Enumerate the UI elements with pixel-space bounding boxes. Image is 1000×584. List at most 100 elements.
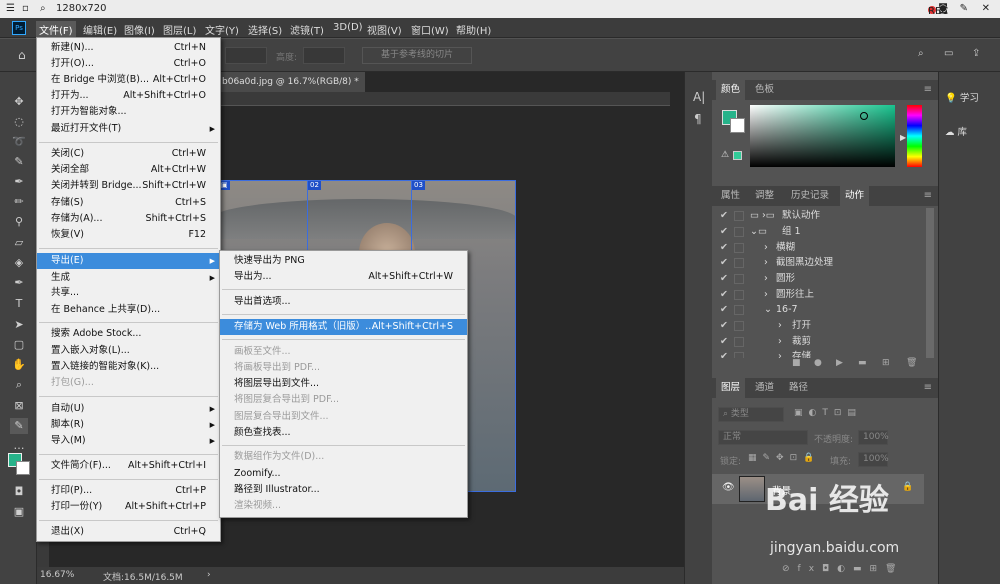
more-tools-icon[interactable]: … — [10, 438, 28, 454]
actions-scrollbar[interactable] — [926, 208, 934, 358]
check-icon[interactable]: ✔ — [720, 349, 728, 358]
menu-view[interactable]: 视图(V) — [364, 21, 405, 38]
dialog-toggle[interactable] — [734, 352, 744, 358]
menu-item[interactable]: 画板至文件... — [220, 344, 467, 360]
menu-item-export[interactable]: 导出(E) ▶ — [37, 253, 220, 269]
dialog-toggle[interactable] — [734, 305, 744, 315]
dialog-toggle[interactable] — [734, 227, 744, 237]
zoom-tool-icon[interactable]: ⌕ — [10, 377, 28, 393]
dialog-toggle[interactable] — [734, 337, 744, 347]
action-row[interactable]: ✔ ▭ ›▭ 默认动作 — [712, 208, 924, 224]
lock-icons[interactable]: ▦✎✥⊡🔒 — [748, 453, 820, 463]
slice-tool-icon[interactable]: ⊠ — [10, 398, 28, 414]
library-button[interactable]: ☁ 库 — [945, 124, 967, 138]
hue-slider[interactable] — [907, 105, 922, 167]
action-row[interactable]: ✔ › 裁剪 — [712, 334, 924, 350]
eraser-tool-icon[interactable]: ▱ — [10, 235, 28, 251]
menu-item[interactable]: 存储(S) Ctrl+S — [37, 195, 220, 211]
action-row[interactable]: ✔ ⌄▭ 组 1 — [712, 224, 924, 240]
menu-item[interactable]: 共享... — [37, 285, 220, 301]
web-safe-swatch[interactable] — [733, 151, 742, 160]
menu-image[interactable]: 图像(I) — [121, 21, 158, 38]
quick-select-icon[interactable]: ✎ — [10, 154, 28, 170]
tab-history[interactable]: 历史记录 — [786, 186, 834, 206]
menu-item[interactable]: 导入(M) ▶ — [37, 433, 220, 449]
os-close-icon[interactable]: ✕ — [982, 3, 990, 14]
background-color-swatch[interactable] — [16, 461, 30, 475]
tab-properties[interactable]: 属性 — [716, 186, 745, 206]
menu-item-save-for-web[interactable]: 存储为 Web 所用格式（旧版）... Alt+Shift+Ctrl+S — [220, 319, 467, 335]
home-icon[interactable]: ⌂ — [18, 48, 26, 62]
hand-tool-icon[interactable]: ✋ — [10, 357, 28, 373]
search-icon[interactable]: ⌕ — [40, 3, 46, 14]
tab-paths[interactable]: 路径 — [784, 378, 813, 398]
action-row[interactable]: ✔ › 截图黑边处理 — [712, 255, 924, 271]
dialog-toggle[interactable] — [734, 290, 744, 300]
menu-type[interactable]: 文字(Y) — [202, 21, 242, 38]
menu-item[interactable]: 搜索 Adobe Stock... — [37, 326, 220, 342]
hue-slider-handle-icon[interactable]: ▶ — [900, 133, 906, 142]
action-row[interactable]: ✔ › 存储 — [712, 349, 924, 358]
new-action-icon[interactable]: ⊞ — [882, 358, 890, 368]
layer-filter-icons[interactable]: ▣◐T⊡▤ — [794, 408, 862, 418]
menu-item[interactable]: 新建(N)... Ctrl+N — [37, 40, 220, 56]
tab-channels[interactable]: 通道 — [750, 378, 779, 398]
stamp-tool-icon[interactable]: ⚲ — [10, 214, 28, 230]
move-tool-icon[interactable]: ✥ — [10, 94, 28, 110]
layer-kind-filter[interactable]: ⌕ 类型 — [718, 407, 784, 422]
check-icon[interactable]: ✔ — [720, 255, 728, 270]
dialog-toggle[interactable] — [734, 258, 744, 268]
play-icon[interactable]: ▶ — [836, 358, 843, 368]
paragraph-panel-icon[interactable]: ¶ — [694, 112, 702, 126]
menu-item[interactable]: 关闭并转到 Bridge... Shift+Ctrl+W — [37, 178, 220, 194]
menu-select[interactable]: 选择(S) — [245, 21, 285, 38]
panel-menu-icon[interactable]: ≡ — [924, 382, 932, 393]
new-set-icon[interactable]: ▬ — [858, 358, 867, 368]
color-picker-field[interactable] — [750, 105, 895, 167]
record-icon[interactable]: ● — [814, 358, 822, 368]
menu-item[interactable]: 置入链接的智能对象(K)... — [37, 359, 220, 375]
check-icon[interactable]: ✔ — [720, 224, 728, 239]
tab-actions[interactable]: 动作 — [840, 186, 870, 206]
check-icon[interactable]: ✔ — [720, 302, 728, 317]
menu-item[interactable]: 颜色查找表... — [220, 425, 467, 441]
text-tool-icon[interactable]: T — [10, 296, 28, 312]
menu-item[interactable]: 生成 ▶ — [37, 270, 220, 286]
menu-item[interactable]: 恢复(V) F12 — [37, 227, 220, 243]
panel-menu-icon[interactable]: ≡ — [924, 190, 932, 201]
menu-filter[interactable]: 滤镜(T) — [287, 21, 327, 38]
menu-item[interactable]: 打印(P)... Ctrl+P — [37, 483, 220, 499]
shape-tool-icon[interactable]: ▢ — [10, 337, 28, 353]
delete-icon[interactable]: 🗑 — [906, 358, 917, 368]
brush-active-icon[interactable]: ✎ — [10, 418, 28, 434]
workspace-icon[interactable]: ▭ — [944, 48, 953, 59]
menu-item[interactable]: 将图层复合导出到 PDF... — [220, 392, 467, 408]
menu-item[interactable]: 打开(O)... Ctrl+O — [37, 56, 220, 72]
guide-slices-button[interactable]: 基于参考线的切片 — [362, 47, 472, 64]
panel-menu-icon[interactable]: ≡ — [924, 84, 932, 95]
action-row[interactable]: ✔ › 圆形往上 — [712, 287, 924, 303]
character-panel-icon[interactable]: A| — [693, 90, 705, 104]
menu-item[interactable]: 打开为... Alt+Shift+Ctrl+O — [37, 88, 220, 104]
menu-item[interactable]: Zoomify... — [220, 466, 467, 482]
document-tab[interactable]: b06a0d.jpg @ 16.7%(RGB/8) * × — [220, 72, 365, 107]
menu-item[interactable]: 在 Bridge 中浏览(B)... Alt+Ctrl+O — [37, 72, 220, 88]
eye-icon[interactable]: 👁 — [722, 482, 735, 493]
menu-item[interactable]: 在 Behance 上共享(D)... — [37, 302, 220, 318]
menu-item[interactable]: 导出首选项... — [220, 294, 467, 310]
menu-item[interactable]: 将画板导出到 PDF... — [220, 360, 467, 376]
tab-adjustments[interactable]: 调整 — [750, 186, 779, 206]
marquee-tool-icon[interactable]: ◌ — [10, 114, 28, 130]
menu-item[interactable]: 关闭全部 Alt+Ctrl+W — [37, 162, 220, 178]
menu-item[interactable]: 数据组作为文件(D)... — [220, 449, 467, 465]
brush-tool-icon[interactable]: ✏ — [10, 194, 28, 210]
path-select-icon[interactable]: ➤ — [10, 317, 28, 333]
layers-footer-icons[interactable]: ⊘fx◘◐▬⊞🗑 — [782, 564, 904, 574]
menu-item[interactable]: 自动(U) ▶ — [37, 401, 220, 417]
share-icon[interactable]: ⇪ — [972, 48, 980, 59]
menu-item[interactable]: 存储为(A)... Shift+Ctrl+S — [37, 211, 220, 227]
menu-item[interactable]: 图层复合导出到文件... — [220, 409, 467, 425]
learn-button[interactable]: 💡 学习 — [945, 90, 979, 104]
opacity-field[interactable]: 100% — [858, 430, 889, 445]
gamut-warning-icon[interactable]: ⚠ — [721, 150, 729, 160]
